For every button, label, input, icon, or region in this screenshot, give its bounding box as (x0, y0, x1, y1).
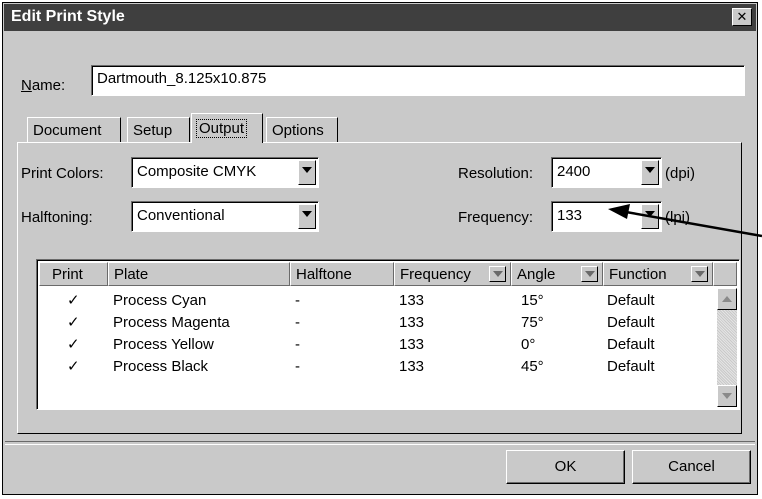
annotation-arrow-icon (608, 204, 762, 238)
tab-output-label: Output (196, 119, 248, 138)
tab-output[interactable]: Output (191, 113, 263, 143)
